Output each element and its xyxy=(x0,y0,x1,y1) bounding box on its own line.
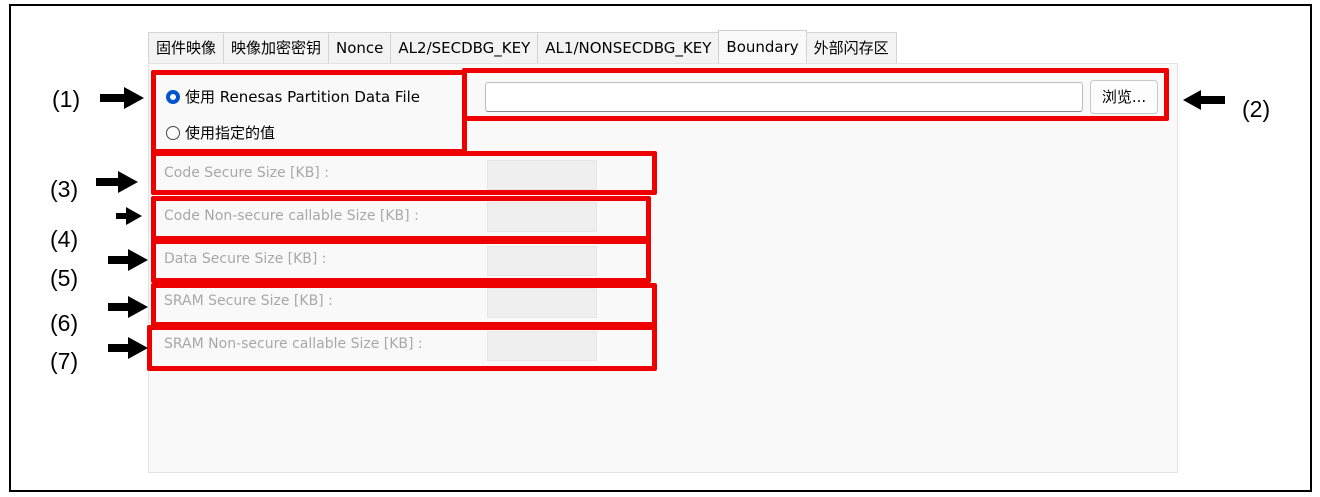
tab-nonce[interactable]: Nonce xyxy=(328,32,392,63)
arrow-right-icon xyxy=(116,207,142,225)
highlight-box-code-secure xyxy=(151,151,657,195)
callout-label-1: (1) xyxy=(52,86,81,112)
arrow-left-icon xyxy=(1183,90,1225,110)
tab-firmware-image[interactable]: 固件映像 xyxy=(148,32,225,63)
highlight-box-radio-options xyxy=(151,70,467,154)
tab-boundary[interactable]: Boundary xyxy=(718,30,807,63)
callout-label-7: (7) xyxy=(50,348,79,374)
arrow-right-icon xyxy=(108,249,148,271)
arrow-right-icon xyxy=(96,171,138,193)
highlight-box-file-input xyxy=(462,68,1169,121)
tab-image-encryption-key[interactable]: 映像加密密钥 xyxy=(223,32,330,63)
tab-external-flash[interactable]: 外部闪存区 xyxy=(805,32,897,63)
arrow-right-icon xyxy=(100,87,144,109)
tab-al2-secdbg-key[interactable]: AL2/SECDBG_KEY xyxy=(390,32,539,63)
callout-label-5: (5) xyxy=(50,265,79,291)
callout-label-3: (3) xyxy=(50,176,79,202)
tab-al1-nonsecdbg-key[interactable]: AL1/NONSECDBG_KEY xyxy=(537,32,720,63)
highlight-box-sram-secure xyxy=(151,283,657,327)
callout-label-6: (6) xyxy=(50,310,79,336)
highlight-box-code-nsc xyxy=(151,196,651,241)
highlight-box-data-secure xyxy=(151,239,651,283)
tab-bar: 固件映像 映像加密密钥 Nonce AL2/SECDBG_KEY AL1/NON… xyxy=(148,30,897,64)
arrow-right-icon xyxy=(108,337,148,359)
callout-label-2: (2) xyxy=(1242,96,1271,122)
arrow-right-icon xyxy=(108,296,148,318)
highlight-box-sram-nsc xyxy=(147,325,657,371)
callout-label-4: (4) xyxy=(50,226,79,252)
